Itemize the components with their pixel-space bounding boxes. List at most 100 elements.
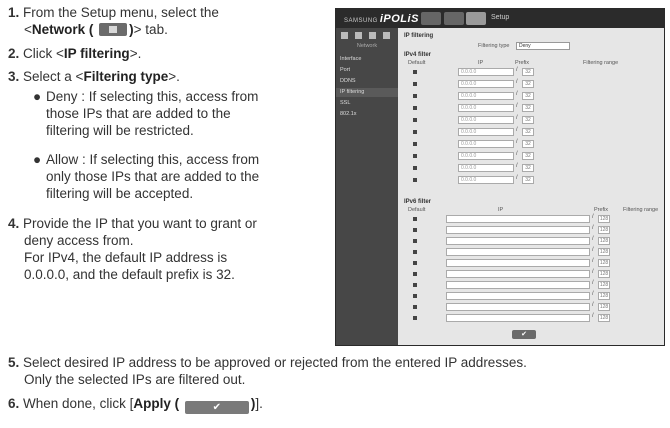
ipv4-col-filtering-range: Filtering range xyxy=(583,60,619,66)
menu-item-port[interactable]: Port xyxy=(336,66,398,75)
ip-input[interactable]: 0.0.0.0 xyxy=(458,68,514,76)
prefix-separator: / xyxy=(516,67,518,73)
row-default-checkbox[interactable] xyxy=(413,130,417,134)
row-default-checkbox[interactable] xyxy=(413,118,417,122)
row-default-checkbox[interactable] xyxy=(413,142,417,146)
step-text: 0.0.0.0, and the default prefix is 32. xyxy=(24,267,235,282)
ip-input[interactable] xyxy=(446,314,590,322)
playback-tab-icon[interactable] xyxy=(444,12,464,25)
ip-input[interactable]: 0.0.0.0 xyxy=(458,176,514,184)
step-number: 6. xyxy=(8,396,20,411)
ip-input[interactable]: 0.0.0.0 xyxy=(458,104,514,112)
menu-item-interface[interactable]: Interface xyxy=(336,55,398,64)
ip-input[interactable] xyxy=(446,215,590,223)
row-default-checkbox[interactable] xyxy=(413,106,417,110)
menu-item-8021x[interactable]: 802.1x xyxy=(336,110,398,119)
ip-input[interactable] xyxy=(446,270,590,278)
setup-tab-icon[interactable] xyxy=(466,12,486,25)
prefix-separator: / xyxy=(592,302,594,308)
prefix-input[interactable]: 128 xyxy=(598,215,610,223)
step-text: ]. xyxy=(255,396,263,411)
video-icon[interactable] xyxy=(355,32,362,39)
step-text: deny access from. xyxy=(24,233,134,248)
menu-item-ddns[interactable]: DDNS xyxy=(336,77,398,86)
basic-icon[interactable] xyxy=(341,32,348,39)
ip-input[interactable] xyxy=(446,237,590,245)
ip-input[interactable]: 0.0.0.0 xyxy=(458,92,514,100)
prefix-input[interactable]: 32 xyxy=(522,92,534,100)
row-default-checkbox[interactable] xyxy=(413,166,417,170)
ip-input[interactable]: 0.0.0.0 xyxy=(458,128,514,136)
ip-input[interactable]: 0.0.0.0 xyxy=(458,152,514,160)
ip-input[interactable] xyxy=(446,259,590,267)
row-default-checkbox[interactable] xyxy=(413,154,417,158)
prefix-input[interactable]: 128 xyxy=(598,248,610,256)
step-text: > tab. xyxy=(133,22,168,37)
prefix-input[interactable]: 128 xyxy=(598,303,610,311)
bullet-text: Allow : If selecting this, access from xyxy=(46,152,260,167)
row-default-checkbox[interactable] xyxy=(413,94,417,98)
prefix-input[interactable]: 128 xyxy=(598,292,610,300)
prefix-separator: / xyxy=(592,258,594,264)
monitor-tab-icon[interactable] xyxy=(421,12,441,25)
row-default-checkbox[interactable] xyxy=(413,228,417,232)
filtering-type-select[interactable]: Deny xyxy=(516,42,570,50)
ip-input[interactable] xyxy=(446,226,590,234)
filtering-type-label: Filtering type xyxy=(478,43,510,49)
apply-button[interactable]: ✔ xyxy=(512,330,536,339)
prefix-separator: / xyxy=(592,214,594,220)
step-text: Select a < xyxy=(23,69,84,84)
prefix-input[interactable]: 32 xyxy=(522,104,534,112)
ip-input[interactable] xyxy=(446,292,590,300)
prefix-input[interactable]: 32 xyxy=(522,80,534,88)
menu-item-ip-filtering[interactable]: IP filtering xyxy=(336,88,398,97)
bullet-text: filtering will be accepted. xyxy=(46,186,194,201)
prefix-separator: / xyxy=(516,79,518,85)
prefix-input[interactable]: 128 xyxy=(598,281,610,289)
row-default-checkbox[interactable] xyxy=(413,316,417,320)
prefix-input[interactable]: 32 xyxy=(522,176,534,184)
ip-input[interactable] xyxy=(446,248,590,256)
step-number: 4. xyxy=(8,216,20,231)
row-default-checkbox[interactable] xyxy=(413,294,417,298)
row-default-checkbox[interactable] xyxy=(413,261,417,265)
ip-input[interactable] xyxy=(446,281,590,289)
step-text: When done, click [ xyxy=(23,396,134,411)
row-default-checkbox[interactable] xyxy=(413,272,417,276)
prefix-input[interactable]: 128 xyxy=(598,237,610,245)
event-icon[interactable] xyxy=(383,32,390,39)
ip-input[interactable]: 0.0.0.0 xyxy=(458,80,514,88)
ip-input[interactable]: 0.0.0.0 xyxy=(458,164,514,172)
prefix-input[interactable]: 32 xyxy=(522,164,534,172)
ipv6-col-default: Default xyxy=(408,207,426,213)
prefix-input[interactable]: 32 xyxy=(522,68,534,76)
row-default-checkbox[interactable] xyxy=(413,82,417,86)
bullet-text: only those IPs that are added to the xyxy=(46,169,260,184)
ipv4-col-default: Default xyxy=(408,60,426,66)
prefix-separator: / xyxy=(516,163,518,169)
prefix-input[interactable]: 128 xyxy=(598,259,610,267)
prefix-input[interactable]: 128 xyxy=(598,314,610,322)
row-default-checkbox[interactable] xyxy=(413,283,417,287)
prefix-input[interactable]: 128 xyxy=(598,226,610,234)
prefix-separator: / xyxy=(592,280,594,286)
prefix-separator: / xyxy=(516,115,518,121)
step-4-cont: deny access from. For IPv4, the default … xyxy=(24,232,235,283)
ip-input[interactable] xyxy=(446,303,590,311)
ipv4-filter-title: IPv4 filter xyxy=(404,52,432,58)
network-icon[interactable] xyxy=(369,32,376,39)
prefix-input[interactable]: 128 xyxy=(598,270,610,278)
row-default-checkbox[interactable] xyxy=(413,250,417,254)
prefix-input[interactable]: 32 xyxy=(522,116,534,124)
ip-input[interactable]: 0.0.0.0 xyxy=(458,140,514,148)
row-default-checkbox[interactable] xyxy=(413,70,417,74)
row-default-checkbox[interactable] xyxy=(413,239,417,243)
prefix-input[interactable]: 32 xyxy=(522,128,534,136)
row-default-checkbox[interactable] xyxy=(413,305,417,309)
menu-item-ssl[interactable]: SSL xyxy=(336,99,398,108)
row-default-checkbox[interactable] xyxy=(413,178,417,182)
ip-input[interactable]: 0.0.0.0 xyxy=(458,116,514,124)
prefix-input[interactable]: 32 xyxy=(522,152,534,160)
row-default-checkbox[interactable] xyxy=(413,217,417,221)
prefix-input[interactable]: 32 xyxy=(522,140,534,148)
